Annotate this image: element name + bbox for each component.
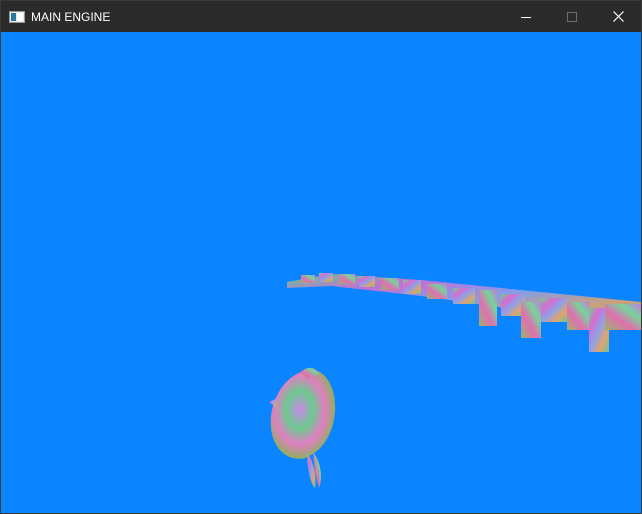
title-bar[interactable]: MAIN ENGINE: [1, 1, 641, 32]
window-controls: [503, 1, 641, 32]
close-icon: [612, 11, 624, 22]
close-button[interactable]: [595, 1, 641, 32]
instanced-cube-row: [287, 273, 641, 352]
minimize-icon: [521, 12, 531, 22]
render-viewport[interactable]: [1, 32, 641, 513]
scene-canvas: [269, 273, 641, 488]
minimize-button[interactable]: [503, 1, 549, 32]
window-title: MAIN ENGINE: [31, 9, 111, 24]
app-window: MAIN ENGINE: [0, 0, 642, 514]
maximize-button[interactable]: [549, 1, 595, 32]
console-app-icon: [9, 9, 25, 25]
textured-fish-model: [269, 367, 336, 488]
maximize-icon: [567, 11, 577, 22]
